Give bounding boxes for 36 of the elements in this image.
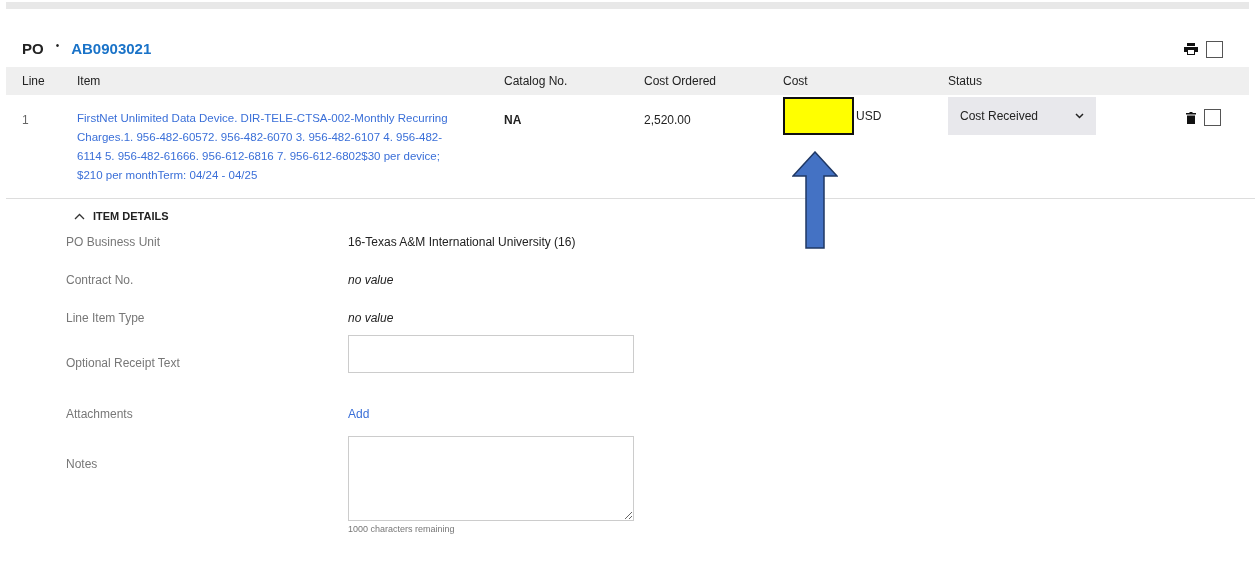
cost-ordered: 2,520.00 <box>644 112 692 129</box>
chevron-up-icon[interactable] <box>74 212 85 220</box>
line-number: 1 <box>21 112 30 129</box>
field-value: no value <box>348 310 394 327</box>
catalog-number: NA <box>504 112 523 129</box>
column-header: Item <box>77 73 102 90</box>
print-icon[interactable] <box>1184 43 1198 55</box>
currency-label: USD <box>856 108 882 125</box>
cost-input[interactable] <box>783 97 854 135</box>
notes-field[interactable] <box>348 436 634 521</box>
po-label: PO <box>22 38 44 59</box>
field-label: Contract No. <box>65 272 135 289</box>
field-value: 16-Texas A&M International University (16) <box>348 234 576 251</box>
field-label: Attachments <box>65 406 134 423</box>
trash-icon[interactable] <box>1186 111 1196 124</box>
field-label: PO Business Unit <box>65 234 162 251</box>
column-header: Catalog No. <box>504 73 569 90</box>
select-all-checkbox[interactable] <box>1206 40 1223 58</box>
status-dropdown[interactable]: Cost Received <box>948 97 1096 135</box>
column-header: Line <box>21 73 46 90</box>
separator: • <box>55 38 60 53</box>
chevron-down-icon <box>1075 113 1084 119</box>
character-count: 1000 characters remaining <box>348 523 456 536</box>
item-link[interactable]: FirstNet Unlimited Data Device. DIR-TELE-CTSA-002-Monthly Recurring Charges.1. 956-482-60572. 956-482-6070 3. 956-482-6107 4. 956-482-6114 5. 956-482-61666. 956-612-6816 7. 956-612-6802$30 per device; $210 per monthTerm: 04/24 - 04/25 <box>77 109 449 185</box>
field-value: no value <box>348 272 394 289</box>
input-field[interactable] <box>348 335 634 373</box>
add-link[interactable]: Add <box>348 405 370 423</box>
po-number-link[interactable]: AB0903021 <box>71 37 152 61</box>
column-header: Cost <box>783 73 809 90</box>
row-checkbox[interactable] <box>1204 109 1221 126</box>
field-label: Line Item Type <box>65 310 146 327</box>
section-title[interactable]: ITEM DETAILS <box>93 207 169 225</box>
column-header: Status <box>948 73 984 90</box>
field-label: Notes <box>65 456 99 473</box>
field-label: Optional Receipt Text <box>65 355 181 372</box>
column-header: Cost Ordered <box>644 73 718 90</box>
